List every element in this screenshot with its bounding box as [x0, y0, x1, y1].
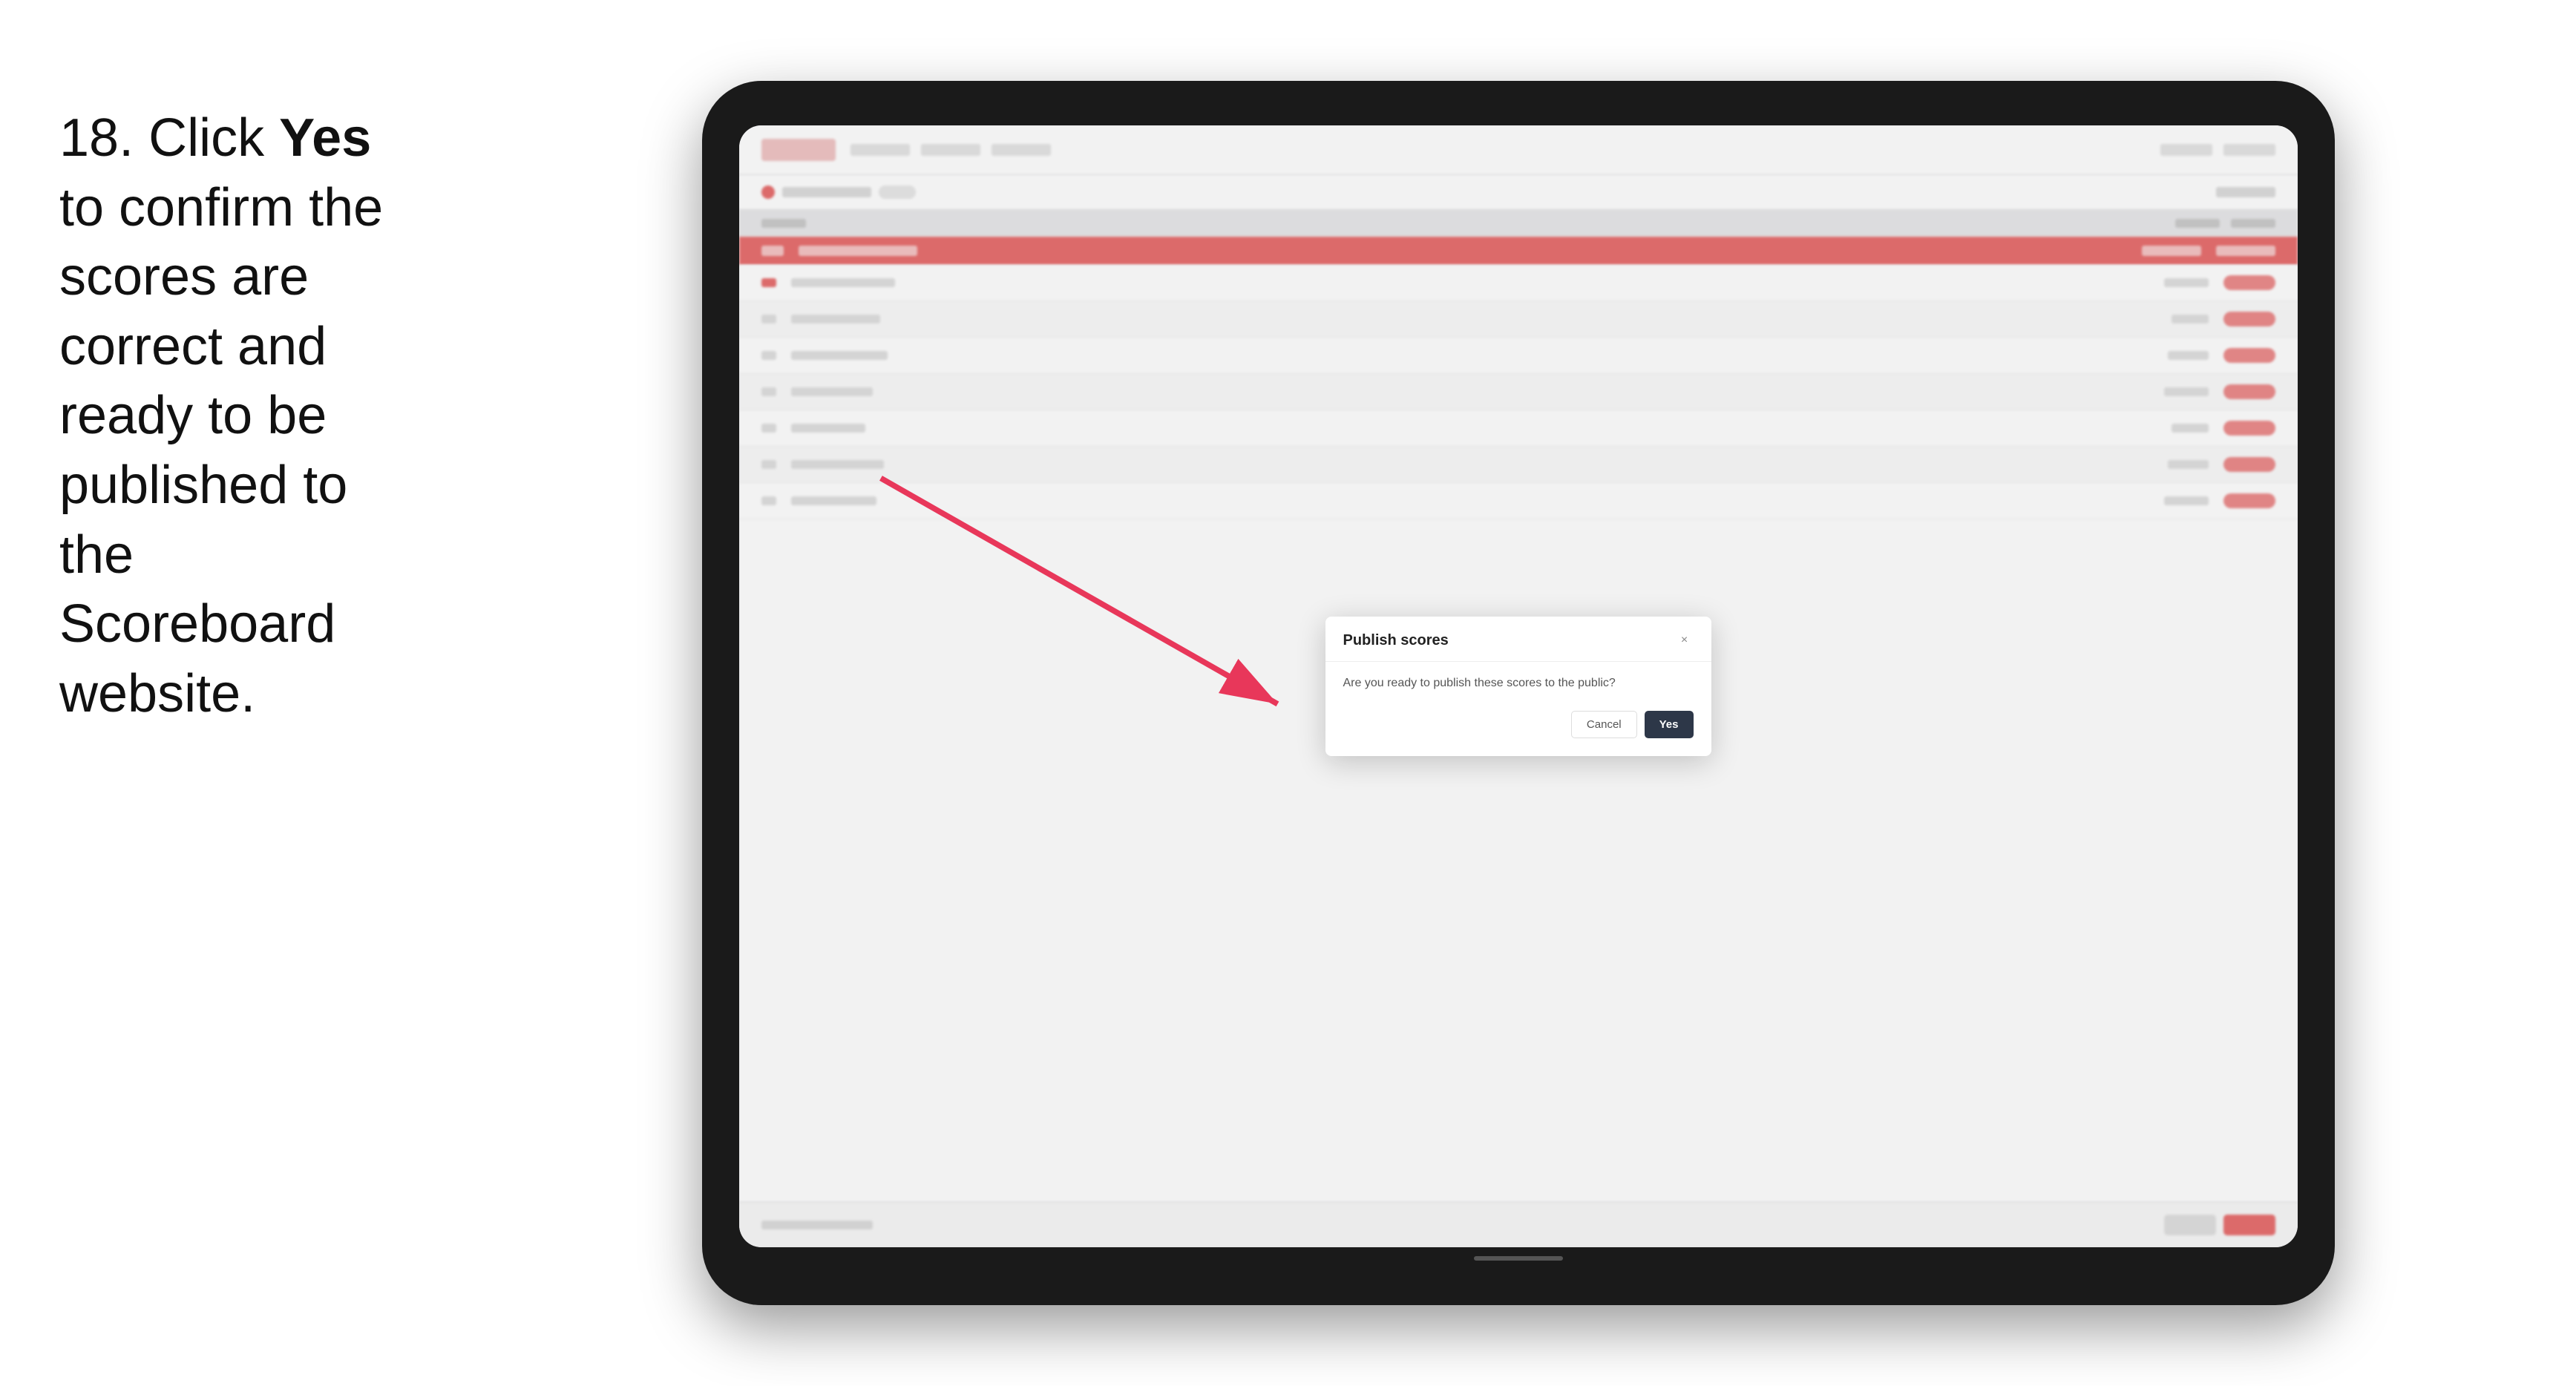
dialog-title: Publish scores: [1343, 632, 1449, 649]
dialog-close-button[interactable]: ×: [1676, 631, 1694, 649]
instruction-panel: 18. Click Yes to confirm the scores are …: [0, 59, 460, 773]
tablet-screen: Publish scores × Are you ready to publis…: [739, 125, 2298, 1247]
app-content: Publish scores × Are you ready to publis…: [739, 125, 2298, 1247]
publish-scores-dialog: Publish scores × Are you ready to publis…: [1325, 617, 1711, 756]
dialog-actions: Cancel Yes: [1343, 711, 1694, 738]
yes-button[interactable]: Yes: [1645, 711, 1694, 738]
yes-keyword: Yes: [279, 108, 371, 168]
dialog-message: Are you ready to publish these scores to…: [1343, 677, 1694, 690]
tablet-device: Publish scores × Are you ready to publis…: [702, 81, 2335, 1305]
tablet-wrapper: Publish scores × Are you ready to publis…: [460, 30, 2576, 1356]
cancel-button[interactable]: Cancel: [1571, 711, 1637, 738]
dialog-overlay: Publish scores × Are you ready to publis…: [739, 125, 2298, 1247]
dialog-body: Are you ready to publish these scores to…: [1325, 662, 1711, 756]
tablet-home-bar: [1474, 1256, 1563, 1261]
dialog-header: Publish scores ×: [1325, 617, 1711, 662]
page-layout: 18. Click Yes to confirm the scores are …: [0, 0, 2576, 1386]
